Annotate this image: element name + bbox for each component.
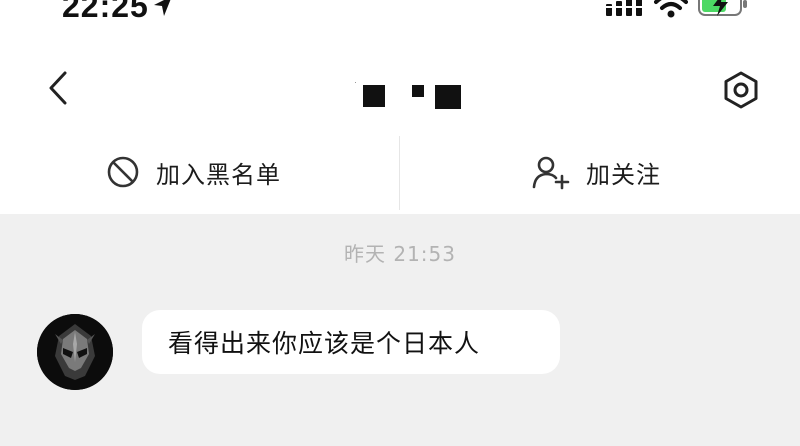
- nav-bar: [0, 22, 800, 132]
- redaction-mark: [355, 82, 356, 83]
- add-to-blacklist-button[interactable]: 加入黑名单: [106, 148, 281, 196]
- profile-action-row: 加入黑名单 加关注: [0, 132, 800, 214]
- settings-button[interactable]: [716, 65, 766, 115]
- status-bar: 22:25: [0, 0, 800, 22]
- wifi-icon: [654, 0, 688, 18]
- chat-screen: 22:25 加入黑名单 加关注 昨天 21:53 看得出来你应该是个日本人: [0, 0, 800, 446]
- follow-label: 加关注: [586, 160, 661, 189]
- divider: [399, 136, 400, 210]
- status-time: 22:25: [62, 0, 149, 22]
- redacted-contact-name: [355, 80, 465, 112]
- message-timestamp: 昨天 21:53: [344, 242, 456, 266]
- add-user-icon: [532, 156, 570, 190]
- sender-avatar[interactable]: [37, 314, 113, 390]
- battery-charging-icon: [698, 0, 747, 16]
- redaction-mark: [435, 85, 461, 109]
- message-bubble[interactable]: 看得出来你应该是个日本人: [142, 310, 560, 374]
- block-circle-icon: [107, 156, 139, 188]
- follow-button[interactable]: 加关注: [532, 148, 661, 196]
- dark-helmet-avatar-icon: [37, 314, 113, 390]
- settings-hexagon-icon: [724, 71, 758, 109]
- chevron-left-icon: [49, 71, 67, 105]
- redaction-mark: [363, 85, 385, 107]
- location-arrow-icon: [154, 0, 171, 16]
- chat-message-area[interactable]: 昨天 21:53 看得出来你应该是个日本人: [0, 214, 800, 446]
- message-text: 看得出来你应该是个日本人: [168, 329, 481, 358]
- cellular-signal-icon: [606, 0, 644, 16]
- redaction-mark: [412, 85, 424, 97]
- back-button[interactable]: [36, 62, 80, 114]
- blacklist-label: 加入黑名单: [156, 160, 281, 189]
